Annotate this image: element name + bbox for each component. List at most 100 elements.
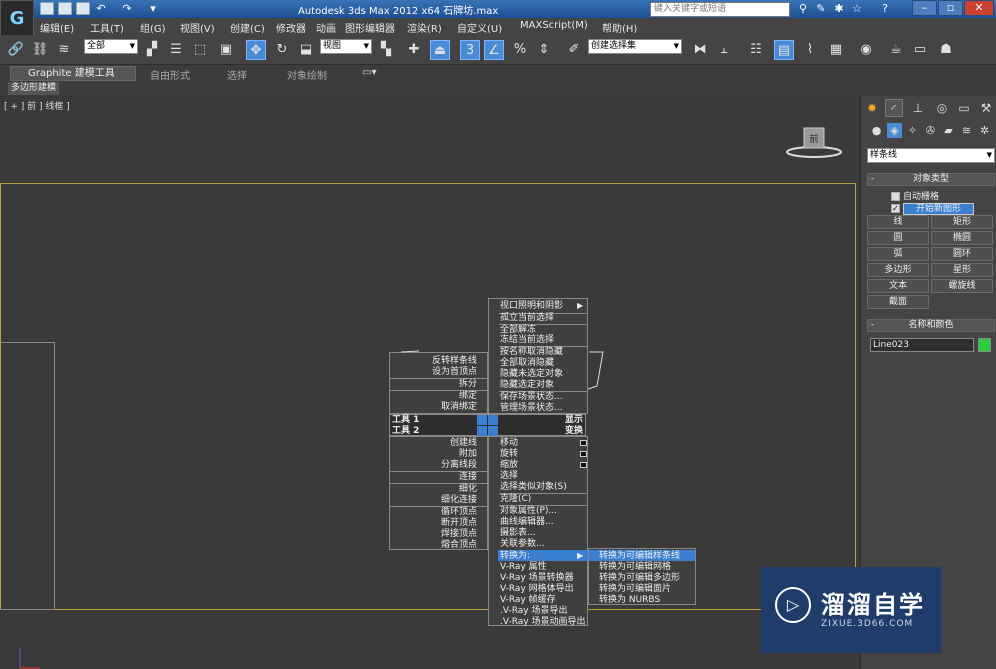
maximize-button[interactable]: ▫ (938, 0, 963, 16)
tab-freeform[interactable]: 自由形式 (150, 67, 190, 82)
menu-item-convert-editable-mesh[interactable]: 转换为可编辑网格 (599, 562, 671, 572)
new-file-icon[interactable] (40, 2, 54, 15)
menu-item-vray-scene-converter[interactable]: V-Ray 场景转换器 (500, 573, 574, 583)
viewcube[interactable]: 前 (786, 124, 842, 160)
create-tab-icon[interactable]: ✸ (863, 99, 881, 117)
menu-item-convert-editable-poly[interactable]: 转换为可编辑多边形 (599, 573, 680, 583)
move-icon[interactable]: ✥ (246, 40, 266, 60)
menu-item-vray-properties[interactable]: V-Ray 属性 (500, 562, 547, 572)
menu-item-vray-frame-buffer[interactable]: V-Ray 帧缓存 (500, 595, 556, 605)
dropdown-icon[interactable]: ▾ (146, 2, 160, 16)
menu-item-select[interactable]: 选择 (500, 471, 518, 481)
display-tab-icon[interactable]: ▭ (955, 99, 973, 117)
undo-icon[interactable]: ↶ (94, 2, 108, 16)
menu-item-move[interactable]: 移动 (500, 438, 518, 448)
menu-item-rotate[interactable]: 旋转 (500, 449, 518, 459)
settings-box-icon[interactable] (580, 451, 587, 457)
menu-item-unbind[interactable]: 取消绑定 (441, 402, 477, 412)
edit-named-selection-icon[interactable]: ✐ (564, 40, 584, 60)
render-production-icon[interactable]: ☗ (936, 40, 956, 60)
app-logo[interactable]: G (0, 0, 34, 36)
named-selection-dropdown[interactable]: 创建选择集 (588, 39, 682, 54)
keyboard-shortcut-override-icon[interactable]: ⏏ (430, 40, 450, 60)
pivot-center-icon[interactable]: ▚ (376, 40, 396, 60)
menu-modifiers[interactable]: 修改器 (276, 20, 306, 35)
bind-space-warp-icon[interactable]: ≋ (54, 40, 74, 60)
menu-item-curve-editor[interactable]: 曲线编辑器... (500, 517, 554, 527)
align-icon[interactable]: ⫠ (714, 40, 734, 60)
star-icon[interactable]: ☆ (850, 2, 864, 16)
shapes-icon[interactable]: ◈ (887, 123, 902, 138)
menu-item-clone[interactable]: 克隆(C) (500, 494, 531, 504)
menu-tools[interactable]: 工具(T) (90, 20, 124, 35)
ribbon-options-icon[interactable]: ▭▾ (362, 67, 376, 78)
menu-item-dope-sheet[interactable]: 摄影表... (500, 528, 536, 538)
select-object-icon[interactable]: ▞ (142, 40, 162, 60)
snaps-toggle-icon[interactable]: 3 (460, 40, 480, 60)
ellipse-button[interactable]: 椭圆 (931, 231, 993, 245)
search-input[interactable]: 键入关键字或短语 (650, 2, 790, 17)
mirror-icon[interactable]: ⧓ (690, 40, 710, 60)
layer-manager-icon[interactable]: ☷ (746, 40, 766, 60)
tab-object-paint[interactable]: 对象绘制 (287, 67, 327, 82)
curve-editor-icon[interactable]: ⌇ (800, 40, 820, 60)
tab-polygon-modeling[interactable]: 多边形建模 (8, 82, 60, 95)
redo-icon[interactable]: ↷ (120, 2, 134, 16)
object-color-swatch[interactable] (978, 338, 991, 352)
binoculars-icon[interactable]: ⚲ (796, 2, 810, 16)
ngon-button[interactable]: 多边形 (867, 263, 929, 277)
menu-item-refine[interactable]: 细化 (459, 484, 477, 494)
menu-item-wire-parameters[interactable]: 关联参数... (500, 539, 545, 549)
angle-snap-icon[interactable]: ∠ (484, 40, 504, 60)
menu-item-break-vertices[interactable]: 断开顶点 (441, 518, 477, 528)
circle-button[interactable]: 圆 (867, 231, 929, 245)
rollout-object-type[interactable]: - 对象类型 (867, 173, 995, 186)
menu-item-convert-editable-spline[interactable]: 转换为可编辑样条线 (599, 551, 680, 561)
menu-maxscript[interactable]: MAXScript(M) (520, 20, 588, 31)
menu-item-vray-scene-export[interactable]: .V-Ray 场景导出 (500, 606, 568, 616)
reference-coordinate-dropdown[interactable]: 视图 (320, 39, 372, 54)
tools-icon[interactable]: ✎ (814, 2, 828, 16)
tab-graphite[interactable]: Graphite 建模工具 (10, 66, 136, 81)
help-icon[interactable]: ? (878, 2, 892, 16)
systems-icon[interactable]: ✲ (977, 123, 992, 138)
menu-item-vray-mesh-export[interactable]: V-Ray 网格体导出 (500, 584, 574, 594)
minimize-button[interactable]: – (912, 0, 937, 16)
menu-edit[interactable]: 编辑(E) (40, 20, 74, 35)
cameras-icon[interactable]: ✇ (923, 123, 938, 138)
wrench-icon[interactable]: ✱ (832, 2, 846, 16)
menu-group[interactable]: 组(G) (140, 20, 166, 35)
menu-item-isolate-selection[interactable]: 孤立当前选择 (500, 313, 554, 323)
helix-button[interactable]: 螺旋线 (931, 279, 993, 293)
rectangle-button[interactable]: 矩形 (931, 215, 993, 229)
menu-item-manage-scene-states[interactable]: 管理场景状态... (500, 403, 563, 413)
window-crossing-icon[interactable]: ▣ (216, 40, 236, 60)
rectangular-region-icon[interactable]: ⬚ (190, 40, 210, 60)
menu-animation[interactable]: 动画 (316, 20, 336, 35)
render-setup-icon[interactable]: ☕ (886, 40, 906, 60)
menu-help[interactable]: 帮助(H) (602, 20, 637, 35)
menu-rendering[interactable]: 渲染(R) (407, 20, 442, 35)
menu-item-convert-nurbs[interactable]: 转换为 NURBS (599, 595, 660, 605)
menu-item-attach[interactable]: 附加 (459, 449, 477, 459)
link-icon[interactable]: 🔗 (6, 40, 26, 60)
tab-selection[interactable]: 选择 (227, 67, 247, 82)
unlink-icon[interactable]: ⛓ (30, 40, 50, 60)
save-icon[interactable] (76, 2, 90, 15)
menu-graph-editors[interactable]: 图形编辑器 (345, 20, 395, 35)
utilities-tab-icon[interactable]: ⚒ (977, 99, 995, 117)
hierarchy-tab-icon[interactable]: ⊥ (909, 99, 927, 117)
menu-item-connect[interactable]: 连接 (459, 472, 477, 482)
geometry-icon[interactable]: ● (869, 123, 884, 138)
menu-item-weld-vertices[interactable]: 焊接顶点 (441, 529, 477, 539)
material-editor-icon[interactable]: ◉ (856, 40, 876, 60)
star-button[interactable]: 星形 (931, 263, 993, 277)
menu-item-create-line[interactable]: 创建线 (450, 438, 477, 448)
menu-item-cycle-vertices[interactable]: 循环顶点 (441, 507, 477, 517)
motion-tab-icon[interactable]: ◎ (933, 99, 951, 117)
close-button[interactable]: ✕ (964, 0, 994, 16)
object-name-field[interactable]: Line023 (870, 338, 974, 352)
settings-box-icon[interactable] (580, 462, 587, 468)
menu-create[interactable]: 创建(C) (230, 20, 265, 35)
menu-item-freeze-selection[interactable]: 冻结当前选择 (500, 335, 554, 345)
